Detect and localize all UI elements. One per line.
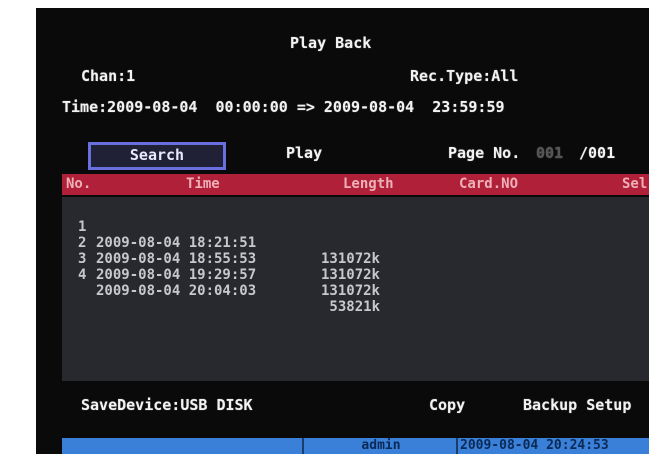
table-row[interactable]: 3 2009-08-04 19:29:57 131072k [62,235,380,299]
system-datetime: 2009-08-04 20:24:53 [460,438,609,453]
record-list[interactable]: 1 2009-08-04 18:21:51 131072k 2 2009-08-… [62,197,649,381]
channel-value[interactable]: 1 [126,67,135,85]
status-bar: admin 2009-08-04 20:24:53 [62,438,649,454]
status-divider [302,438,304,454]
channel-label: Chan: [81,67,127,85]
status-divider [456,438,458,454]
dvr-screen: Play Back Chan:1 Rec.Type:All Time:2009-… [36,8,649,454]
record-type-value[interactable]: All [491,67,518,85]
row-time: 2009-08-04 19:29:57 [96,267,257,283]
save-device-selector[interactable]: SaveDevice:USB DISK [81,396,253,414]
row-length: 131072k [320,283,380,299]
column-header-no: No. [66,176,92,192]
row-length: 131072k [320,251,380,267]
time-arrow: => [296,98,315,116]
page-number-label: Page No. [448,144,521,162]
table-header: No. Time Length Card.NO Sel [62,174,649,195]
row-length: 53821k [329,299,380,315]
time-start-field[interactable]: 2009-08-04 00:00:00 [107,98,288,116]
save-device-value[interactable]: USB DISK [180,396,252,414]
row-time: 2009-08-04 18:21:51 [96,235,257,251]
play-button[interactable]: Play [286,144,322,162]
page-total: /001 [579,144,616,162]
table-row[interactable]: 2 2009-08-04 18:55:53 131072k [62,219,380,283]
table-row[interactable]: 1 2009-08-04 18:21:51 131072k [62,203,380,267]
record-type-selector[interactable]: Rec.Type:All [410,67,518,85]
column-header-time: Time [186,176,220,192]
time-end-field[interactable]: 2009-08-04 23:59:59 [324,98,505,116]
row-time: 2009-08-04 18:55:53 [96,251,257,267]
time-range: Time:2009-08-04 00:00:00 => 2009-08-04 2… [62,98,505,116]
row-length: 131072k [320,267,380,283]
time-label: Time: [62,98,108,116]
page-title: Play Back [290,34,372,52]
search-button[interactable]: Search [88,142,226,170]
column-header-sel: Sel [622,176,648,192]
backup-setup-button[interactable]: Backup Setup [523,396,631,414]
row-number: 4 [78,267,87,283]
save-device-label: SaveDevice: [81,396,181,414]
column-header-length: Length [343,176,394,192]
record-type-label: Rec.Type: [410,67,492,85]
page-current-field[interactable]: 001 [536,144,563,162]
column-header-card-no: Card.NO [459,176,519,192]
channel-selector[interactable]: Chan:1 [81,67,135,85]
row-time: 2009-08-04 20:04:03 [96,283,257,299]
table-row[interactable]: 4 2009-08-04 20:04:03 53821k [62,251,380,315]
copy-button[interactable]: Copy [429,396,465,414]
current-user: admin [361,438,401,453]
